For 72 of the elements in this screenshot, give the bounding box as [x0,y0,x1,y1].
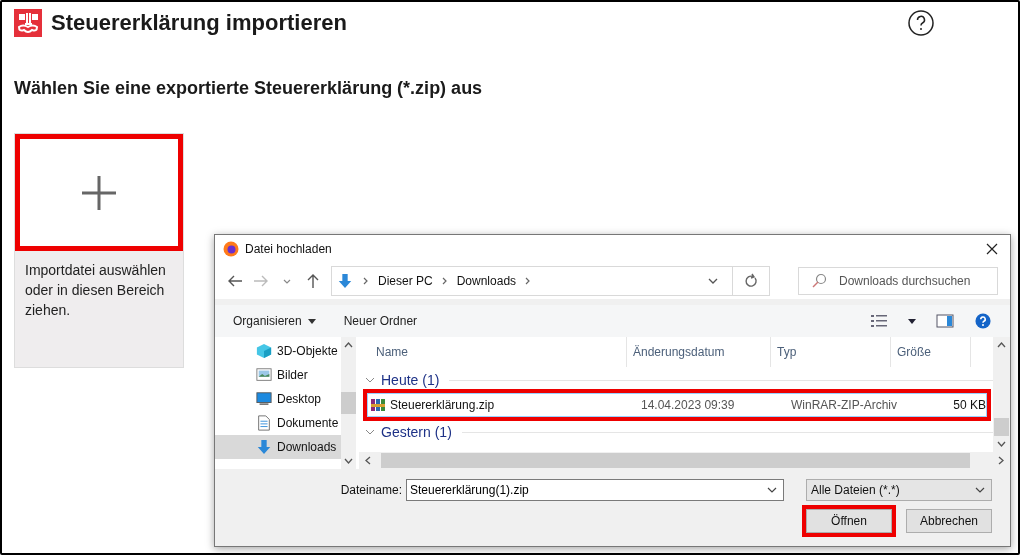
sidebar-item[interactable]: Downloads [215,435,341,459]
sidebar-label: Desktop [277,392,322,406]
file-cell-text: Steuererklärung.zip [390,398,496,412]
help-icon[interactable] [908,10,934,36]
scrollbar-thumb[interactable] [340,392,356,414]
cube-icon [255,343,273,359]
dropdown-caret-icon [767,487,777,493]
scroll-down-icon[interactable] [343,458,353,464]
toolbar-button[interactable]: Neuer Ordner [343,314,418,328]
archive-icon [370,397,386,413]
monitor-icon [255,391,273,407]
chevron-icon [362,277,370,285]
scrollbar-thumb[interactable] [381,453,970,468]
sidebar-label: Dokumente [277,416,339,430]
dialog-title: Datei hochladen [245,242,333,256]
sidebar-label: 3D-Objekte [277,344,338,358]
group-header[interactable]: Gestern (1) [381,424,452,440]
caret-icon [307,318,316,324]
plus-icon [81,174,117,211]
download-icon [255,439,273,455]
sidebar-label: Downloads [277,440,337,454]
address-bar[interactable]: Dieser PC Downloads [331,266,770,296]
filename-box[interactable]: Steuererklärung(1).zip [406,479,784,501]
column-header[interactable]: Name [359,337,627,367]
breadcrumb-item[interactable]: Dieser PC [378,274,433,288]
refresh-icon[interactable] [743,273,759,289]
breadcrumb-item[interactable]: Downloads [456,274,517,288]
scroll-up-icon[interactable] [343,342,353,348]
search-box[interactable]: Downloads durchsuchen [798,267,998,295]
upload-tile[interactable]: Importdatei auswählen oder in diesen Bereich ziehen. [14,133,184,368]
dropdown-caret-icon [975,487,985,493]
back-arrow-icon[interactable] [227,273,243,289]
dialog-button[interactable]: Abbrechen [906,509,992,533]
document-icon [255,415,273,431]
sidebar-item[interactable]: 3D-Objekte [215,339,341,363]
sidebar-item[interactable]: Desktop [215,387,341,411]
section-heading: Wählen Sie eine exportierte Steuererklärung (*.zip) aus [14,78,484,99]
toolbar-button[interactable]: Organisieren [233,314,316,328]
up-arrow-icon[interactable] [305,273,321,289]
scroll-left-icon[interactable] [365,456,371,465]
view-list-icon[interactable] [870,313,888,329]
scroll-right-icon[interactable] [998,456,1004,465]
close-icon[interactable] [986,243,998,255]
caret-icon[interactable] [908,318,916,324]
group-header[interactable]: Heute (1) [381,372,440,388]
scroll-up-icon[interactable] [997,342,1006,348]
add-area[interactable] [15,134,183,251]
page-title: Steuererklärung importieren [51,10,348,36]
pictures-icon [255,367,273,383]
dropdown-caret-icon[interactable] [708,278,718,284]
search-icon [811,273,827,289]
upload-hint: Importdatei auswählen oder in diesen Bereich ziehen. [24,261,167,320]
collapse-chevron-icon[interactable] [365,377,375,383]
column-header[interactable]: Größe [891,337,971,367]
sidebar-item[interactable]: Bilder [215,363,341,387]
column-header[interactable]: Änderungsdatum [627,337,771,367]
search-field[interactable]: Downloads durchsuchen [837,273,991,289]
preview-pane-icon[interactable] [936,313,954,329]
browser-icon [223,241,239,257]
sidebar-item[interactable]: Dokumente [215,411,341,435]
file-type-dropdown[interactable]: Alle Dateien (*.*) [806,479,992,501]
collapse-chevron-icon[interactable] [365,429,375,435]
scroll-down-icon[interactable] [997,441,1006,447]
file-cell-text: WinRAR-ZIP-Archiv [790,398,898,412]
file-cell-text: 50 KB [952,398,986,412]
chevron-icon [440,277,449,285]
file-cell-text: 14.04.2023 09:39 [640,398,736,412]
download-arrow-icon [336,273,354,289]
scrollbar-thumb[interactable] [994,418,1009,436]
field-label: Dateiname: [340,483,402,497]
column-header[interactable]: Typ [771,337,891,367]
sidebar-label: Bilder [277,368,308,382]
